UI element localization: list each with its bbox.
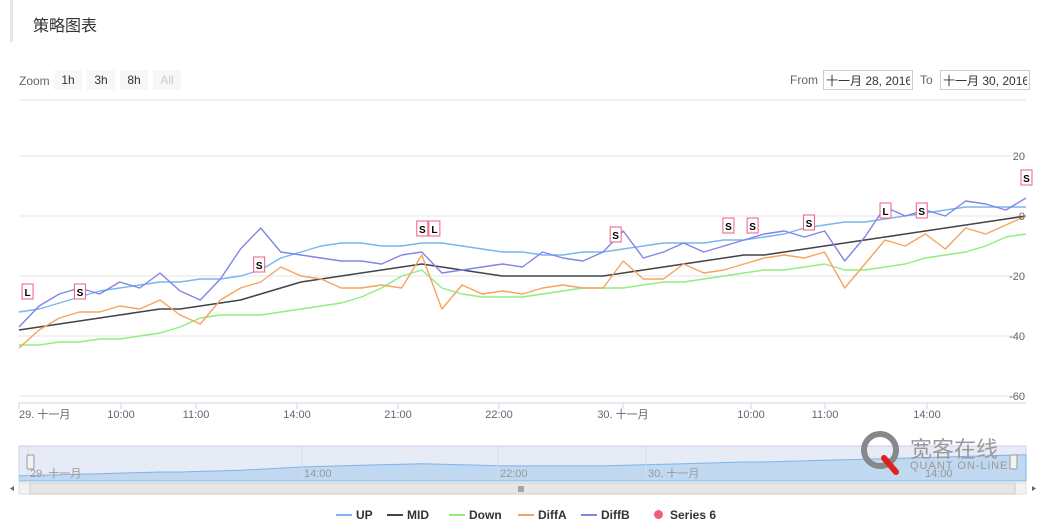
flag-label: S bbox=[918, 207, 925, 218]
legend-label: MID bbox=[407, 508, 429, 522]
flag-marker-s: S bbox=[73, 283, 86, 300]
y-tick-label: -20 bbox=[1009, 271, 1025, 283]
strategy-chart: L SSS LSS S SL SS 200-20-40-60 29. 十一月 10:00 11… bbox=[10, 99, 1036, 495]
y-tick-label: 20 bbox=[1013, 151, 1025, 163]
flag-marker-l: L bbox=[879, 202, 892, 219]
x-tick-label: 10:00 bbox=[107, 409, 135, 421]
x-tick-label: 14:00 bbox=[283, 409, 311, 421]
flag-label: L bbox=[882, 207, 888, 218]
chart-series bbox=[18, 197, 1027, 349]
x-tick-label: 11:00 bbox=[812, 409, 839, 421]
watermark-en: QUANT ON-LiNE bbox=[910, 460, 1009, 472]
legend-line-icon bbox=[449, 514, 465, 516]
flag-marker-l: L bbox=[428, 220, 441, 237]
legend-label: Down bbox=[469, 508, 502, 522]
navigator-tick-label: 29. 十一月 bbox=[30, 466, 81, 480]
flag-label: L bbox=[25, 288, 31, 299]
legend-label: DiffA bbox=[538, 508, 567, 522]
legend-line-icon bbox=[581, 514, 597, 516]
flag-marker-s: S bbox=[416, 220, 429, 237]
legend-label: UP bbox=[356, 508, 373, 522]
series-line-mid bbox=[18, 215, 1027, 331]
x-tick-label: 22:00 bbox=[485, 409, 513, 421]
flag-label: S bbox=[725, 222, 732, 233]
legend-line-icon bbox=[387, 514, 403, 516]
navigator-tick-label: 22:00 bbox=[500, 468, 528, 480]
flag-marker-s: S bbox=[915, 202, 928, 219]
navigator-tick-label: 14:00 bbox=[304, 468, 332, 480]
scroll-left-arrow-icon[interactable] bbox=[10, 486, 14, 491]
y-axis: 20 0 -20 -40 -60 bbox=[1009, 151, 1025, 403]
navigator-tick-label: 30. 十一月 bbox=[648, 466, 699, 480]
flag-marker-s: S bbox=[1020, 169, 1033, 186]
chart-legend: UP MID Down DiffA DiffB Series 6 bbox=[0, 506, 1046, 524]
flag-label: S bbox=[419, 225, 426, 236]
y-tick-label: -40 bbox=[1009, 331, 1025, 343]
x-tick-label: 14:00 bbox=[913, 409, 941, 421]
flag-marker-s: S bbox=[722, 217, 735, 234]
watermark-logo: 宽客在线 QUANT ON-LiNE bbox=[858, 428, 1028, 478]
legend-line-icon bbox=[518, 514, 534, 516]
x-tick-label: 30. 十一月 bbox=[597, 407, 648, 421]
flag-label: S bbox=[749, 222, 756, 233]
legend-dot-icon bbox=[654, 510, 663, 519]
flag-label: S bbox=[256, 261, 263, 272]
x-tick-label: 11:00 bbox=[183, 409, 210, 421]
scroll-right-arrow-icon[interactable] bbox=[1032, 486, 1036, 491]
legend-line-icon bbox=[336, 514, 352, 516]
watermark-q-icon bbox=[861, 431, 899, 475]
x-axis: 29. 十一月 10:00 11:00 14:00 21:00 22:00 30. 十一月 1… bbox=[18, 403, 941, 421]
navigator-left-handle[interactable] bbox=[26, 454, 35, 470]
y-tick-label: -60 bbox=[1009, 391, 1025, 403]
flag-marker-s: S bbox=[253, 256, 266, 273]
flag-marker-s: S bbox=[746, 217, 759, 234]
flag-marker-s: S bbox=[802, 214, 815, 231]
flag-marker-s: S bbox=[609, 226, 622, 243]
series-line-down bbox=[19, 233, 1027, 346]
flag-label: S bbox=[612, 231, 619, 242]
y-tick-label: 0 bbox=[1019, 211, 1025, 223]
legend-label: Series 6 bbox=[670, 508, 717, 522]
x-tick-label: 10:00 bbox=[737, 409, 765, 421]
x-tick-label: 21:00 bbox=[384, 409, 412, 421]
flag-label: L bbox=[431, 225, 437, 236]
flag-label: S bbox=[77, 288, 84, 299]
chart-markers: L SSS LSS S SL SS bbox=[21, 169, 1033, 300]
flag-label: S bbox=[806, 219, 813, 230]
legend-label: DiffB bbox=[601, 508, 630, 522]
flag-label: S bbox=[1023, 174, 1030, 185]
x-tick-label: 29. 十一月 bbox=[19, 407, 70, 421]
flag-marker-l: L bbox=[21, 283, 34, 300]
